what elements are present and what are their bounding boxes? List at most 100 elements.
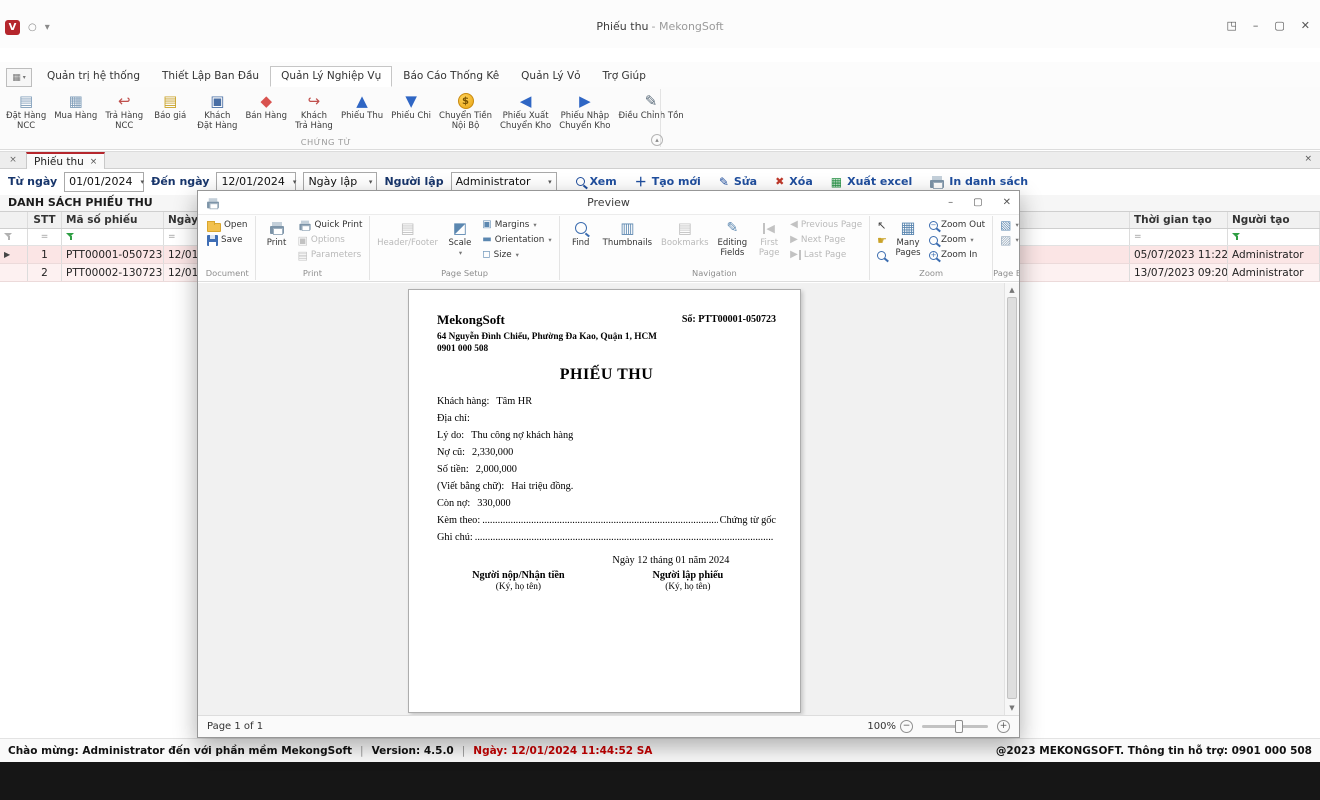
grid-icon: ▦ — [12, 73, 21, 83]
pv-previous-page-button[interactable]: ◀Previous Page — [788, 218, 864, 232]
menu-tab-tr-gi-p[interactable]: Trợ Giúp — [592, 66, 657, 87]
ribbon-item-phieu-nhap-chuyen-kho[interactable]: ▶Phiếu Nhập Chuyển Kho — [555, 88, 614, 134]
zoom-slider[interactable] — [922, 725, 988, 728]
tao-moi-button[interactable]: ＋Tạo mới — [635, 175, 701, 188]
pv-hand-icon-button[interactable]: ☛ — [875, 233, 889, 247]
chevron-down-icon[interactable]: ▾ — [544, 178, 552, 186]
sua-button[interactable]: ✎Sửa — [719, 175, 757, 188]
preview-maximize-icon[interactable]: ▢ — [973, 197, 982, 208]
button-label: Find — [572, 239, 589, 249]
pv-size-button[interactable]: ◻Size▾ — [480, 248, 553, 262]
cell-creator: Administrator — [1228, 264, 1320, 281]
pv-editing-fields-button[interactable]: ✎Editing Fields — [715, 218, 751, 260]
ribbon-item-tra-hang-ncc[interactable]: ↩Trả Hàng NCC — [101, 88, 147, 134]
menu-grid-button[interactable]: ▦ ▾ — [6, 68, 32, 87]
pv-zoom-button[interactable]: Zoom▾ — [927, 233, 987, 247]
pv-magnifier-icon-button[interactable] — [875, 248, 889, 262]
pv-zoom-in-button[interactable]: +Zoom In — [927, 248, 987, 262]
pv-orientation-button[interactable]: ▬Orientation▾ — [480, 233, 553, 247]
xoa-button[interactable]: ✖Xóa — [775, 175, 813, 188]
filter-cell-ind[interactable] — [0, 229, 28, 245]
ribbon-item-khach-dat-hang[interactable]: ▣Khách Đặt Hàng — [193, 88, 241, 134]
from-date-input[interactable]: 01/01/2024 ▾ — [64, 172, 144, 192]
scroll-thumb[interactable] — [1007, 297, 1017, 699]
zoom-in-button[interactable]: + — [997, 720, 1010, 733]
xem-button[interactable]: Xem — [576, 175, 617, 188]
pv-scale-button[interactable]: ◩Scale ▾ — [443, 218, 478, 260]
tabstrip-close-icon[interactable]: × — [6, 154, 20, 167]
pv-page-color-icon-button[interactable]: ▧▾ — [998, 218, 1019, 232]
menu-tab-qu-n-l-nghi-p-v[interactable]: Quản Lý Nghiệp Vụ — [270, 66, 392, 87]
close-icon[interactable]: ✕ — [1301, 19, 1310, 32]
ribbon-collapse-icon[interactable]: ▴ — [651, 134, 663, 146]
pv-header-footer-button[interactable]: ▤Header/Footer — [375, 218, 439, 250]
pv-next-page-button[interactable]: ▶Next Page — [788, 233, 864, 247]
pv-print-button[interactable]: Print — [261, 218, 293, 250]
scroll-up-icon[interactable]: ▲ — [1005, 286, 1019, 294]
menu-tab-qu-n-l-v[interactable]: Quản Lý Vỏ — [510, 66, 591, 87]
chevron-down-icon[interactable]: ▾ — [289, 178, 297, 186]
column-header-ind — [0, 212, 28, 228]
toolbar-group-label: Page B... — [993, 268, 1019, 278]
in-danh-sach-button[interactable]: In danh sách — [930, 175, 1028, 188]
ribbon-item-phieu-xuat-chuyen-kho[interactable]: ◀Phiếu Xuất Chuyển Kho — [496, 88, 555, 134]
filter-cell-created[interactable]: = — [1130, 229, 1228, 245]
filter-cell-code[interactable] — [62, 229, 164, 245]
preview-scrollbar[interactable]: ▲ ▼ — [1004, 283, 1019, 715]
preview-dialog: Preview – ▢ ✕ OpenSaveDocumentPrintQuick… — [197, 190, 1020, 738]
pv-margins-button[interactable]: ▣Margins▾ — [480, 218, 553, 232]
column-header-stt: STT — [28, 212, 62, 228]
minimize-icon[interactable]: – — [1253, 19, 1259, 32]
menu-tab-b-o-c-o-th-ng-k[interactable]: Báo Cáo Thống Kê — [392, 66, 510, 87]
pv-many-pages-button[interactable]: ▦Many Pages — [892, 218, 924, 260]
ribbon-item-mua-hang[interactable]: ▦Mua Hàng — [50, 88, 101, 124]
cell-code: PTT00001-050723 — [62, 246, 164, 263]
ribbon-item-phieu-chi[interactable]: ▼Phiếu Chi — [387, 88, 435, 124]
button-label: First Page — [759, 239, 780, 259]
pv-thumbnails-button[interactable]: ▥Thumbnails — [600, 218, 655, 250]
chevron-down-icon[interactable]: ▾ — [137, 178, 145, 186]
fit-screen-icon[interactable]: ◳ — [1226, 19, 1236, 32]
pv-options-button[interactable]: ▣Options — [296, 233, 365, 247]
pv-pointer-icon-button[interactable]: ↖ — [875, 218, 889, 232]
filter-cell-stt[interactable]: = — [28, 229, 62, 245]
ribbon-item-bao-gia[interactable]: ▤Báo giá — [147, 88, 193, 124]
chevron-down-icon[interactable]: ▾ — [365, 178, 373, 186]
filter-cell-creator[interactable] — [1228, 229, 1320, 245]
pv-zoom-out-button[interactable]: −Zoom Out — [927, 218, 987, 232]
preview-close-icon[interactable]: ✕ — [1003, 197, 1011, 208]
zoom-slider-thumb[interactable] — [955, 720, 963, 733]
zoom-out-button[interactable]: − — [900, 720, 913, 733]
tab-close-icon[interactable]: × — [90, 157, 98, 167]
preview-minimize-icon[interactable]: – — [948, 197, 953, 208]
tabstrip-close-right-icon[interactable]: × — [1304, 154, 1312, 164]
tab-phieu-thu[interactable]: Phiếu thu × — [26, 152, 105, 170]
scroll-down-icon[interactable]: ▼ — [1005, 704, 1019, 712]
restore-icon[interactable]: ▢ — [1274, 19, 1284, 32]
button-label: Zoom In — [941, 250, 977, 260]
pv-open-button[interactable]: Open — [205, 218, 250, 232]
ribbon-item-dieu-chinh-ton[interactable]: ✎Điều Chỉnh Tồn — [614, 88, 687, 124]
pv-bookmarks-button[interactable]: ▤Bookmarks — [658, 218, 712, 250]
date-type-select[interactable]: Ngày lập ▾ — [303, 172, 377, 192]
toolbar-group-label: Zoom — [870, 268, 992, 278]
ribbon-item-chuyen-tien-noi-bo[interactable]: $Chuyển Tiền Nội Bộ — [435, 88, 496, 134]
pv-watermark-icon-button[interactable]: ▨▾ — [998, 233, 1019, 247]
ribbon-item-phieu-thu[interactable]: ▲Phiếu Thu — [337, 88, 387, 124]
icon: ▤ — [19, 94, 33, 109]
creator-select[interactable]: Administrator ▾ — [451, 172, 557, 192]
receipt-line: Còn nợ:330,000 — [437, 495, 776, 512]
ribbon-item-ban-hang[interactable]: ◆Bán Hàng — [241, 88, 291, 124]
pv-last-page-button[interactable]: ▶Last Page — [788, 248, 864, 262]
pv-first-page-button[interactable]: ◀First Page — [753, 218, 785, 260]
pv-quick-print-button[interactable]: Quick Print — [296, 218, 365, 232]
menu-tab-qu-n-tr-h-th-ng[interactable]: Quản trị hệ thống — [36, 66, 151, 87]
pv-parameters-button[interactable]: ▤Parameters — [296, 248, 365, 262]
to-date-input[interactable]: 12/01/2024 ▾ — [216, 172, 296, 192]
ribbon-item-dat-hang-ncc[interactable]: ▤Đặt Hàng NCC — [2, 88, 50, 134]
menu-tab-thi-t-l-p-ban-u[interactable]: Thiết Lập Ban Đầu — [151, 66, 270, 87]
pv-find-button[interactable]: Find — [565, 218, 597, 250]
pv-save-button[interactable]: Save — [205, 233, 250, 247]
ribbon-item-khach-tra-hang[interactable]: ↪Khách Trả Hàng — [291, 88, 337, 134]
xuat-excel-button[interactable]: ▦Xuất excel — [831, 175, 912, 188]
